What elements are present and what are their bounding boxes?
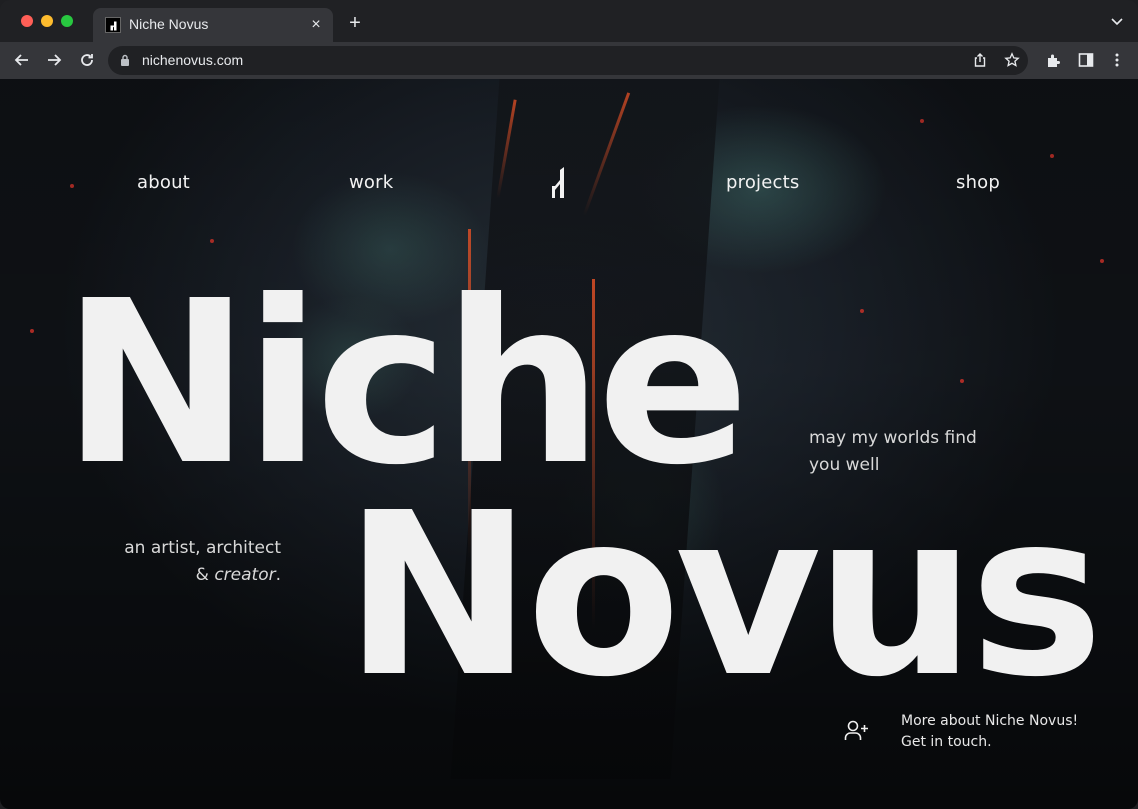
star-icon[interactable] [1004, 52, 1020, 68]
contact-line-2: Get in touch. [901, 734, 992, 750]
role-line-1: an artist, architect [124, 538, 281, 558]
lock-icon[interactable] [120, 54, 130, 66]
hero-title-novus: Novus [344, 465, 1104, 727]
tab-niche-novus[interactable]: Niche Novus × [93, 8, 333, 42]
new-tab-button[interactable]: + [345, 13, 365, 33]
address-bar[interactable]: nichenovus.com [108, 46, 1028, 75]
browser-toolbar: nichenovus.com [0, 42, 1138, 79]
tab-title: Niche Novus [129, 16, 209, 32]
tab-bar: Niche Novus × + [0, 0, 1138, 42]
role-prefix: & [195, 565, 215, 585]
url-text[interactable]: nichenovus.com [142, 52, 243, 68]
nav-shop-link[interactable]: shop [956, 172, 1000, 193]
add-user-icon[interactable] [844, 719, 870, 743]
nav-about-link[interactable]: about [137, 172, 190, 193]
tab-close-button[interactable]: × [307, 16, 325, 34]
contact-line-1: More about Niche Novus! [901, 713, 1079, 729]
extensions-icon[interactable] [1046, 52, 1062, 68]
role-line-2: & creator. [80, 562, 281, 589]
role-description: an artist, architect & creator. [80, 535, 281, 589]
page-content: about work projects shop Niche Novus may… [0, 79, 1138, 809]
tagline-line-1: may my worlds find [809, 428, 977, 448]
nav-projects-link[interactable]: projects [726, 172, 799, 193]
contact-link[interactable]: More about Niche Novus! Get in touch. [901, 711, 1078, 753]
tagline-line-2: you well [809, 455, 880, 475]
favicon-icon [105, 17, 121, 33]
role-suffix: . [275, 565, 281, 585]
side-panel-icon[interactable] [1078, 52, 1094, 68]
back-arrow-icon[interactable] [12, 50, 32, 70]
nav-work-link[interactable]: work [349, 172, 393, 193]
more-icon[interactable] [1109, 52, 1125, 68]
reload-icon[interactable] [77, 50, 97, 70]
close-window-button[interactable] [21, 15, 33, 27]
minimize-window-button[interactable] [41, 15, 53, 27]
hero-title-niche: Niche [62, 253, 750, 515]
chevron-down-icon[interactable] [1110, 14, 1124, 28]
maximize-window-button[interactable] [61, 15, 73, 27]
role-emphasis: creator [214, 565, 276, 585]
tagline: may my worlds find you well [809, 425, 1009, 479]
forward-arrow-icon[interactable] [44, 50, 64, 70]
browser-window: Niche Novus × + nichenovus.com about wor… [0, 0, 1138, 809]
logo-icon[interactable] [549, 166, 569, 200]
share-icon[interactable] [972, 52, 988, 68]
